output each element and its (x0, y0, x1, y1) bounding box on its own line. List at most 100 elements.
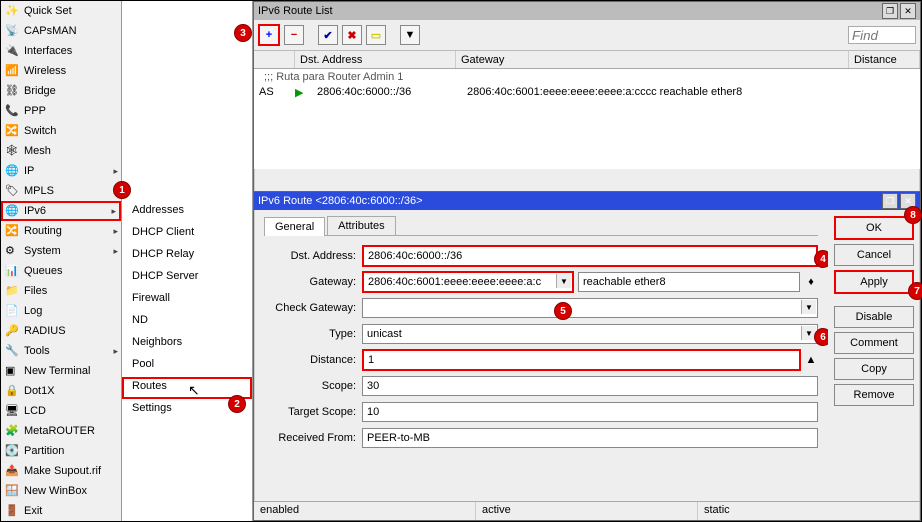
submenu-dhcp-relay[interactable]: DHCP Relay (122, 245, 252, 267)
step-badge-7: 7 (908, 282, 922, 300)
type-input[interactable]: unicast▼ (362, 324, 818, 344)
sidebar-item-log[interactable]: 📄Log (1, 301, 121, 321)
sidebar-item-radius[interactable]: 🔑RADIUS (1, 321, 121, 341)
enable-button[interactable]: ✔ (318, 25, 338, 45)
titlebar-route-edit[interactable]: IPv6 Route <2806:40c:6000::/36> ❐ ✕ 8 (254, 192, 920, 210)
tab-general[interactable]: General (264, 217, 325, 236)
copy-button[interactable]: Copy (834, 358, 914, 380)
scope-input[interactable]: 30 (362, 376, 818, 396)
find-input[interactable] (848, 26, 916, 44)
filter-button[interactable]: ▼ (400, 25, 420, 45)
sidebar-item-lcd[interactable]: 🖥LCD (1, 401, 121, 421)
status-bar: enabled active static (254, 501, 920, 520)
sidebar-item-system[interactable]: ⚙System▸ (1, 241, 121, 261)
updown-icon[interactable]: ♦ (804, 276, 818, 288)
sidebar-item-queues[interactable]: 📊Queues (1, 261, 121, 281)
sidebar-item-ipv6[interactable]: 🌐IPv6▸ (1, 201, 121, 221)
sidebar-item-dot1x[interactable]: 🔒Dot1X (1, 381, 121, 401)
window-title: IPv6 Route <2806:40c:6000::/36> (258, 195, 423, 207)
sidebar-item-wireless[interactable]: 📶Wireless (1, 61, 121, 81)
submenu-neighbors[interactable]: Neighbors (122, 333, 252, 355)
dropdown-icon[interactable]: ▼ (556, 274, 571, 288)
col-distance[interactable]: Distance (849, 51, 920, 68)
cancel-button[interactable]: Cancel (834, 244, 914, 266)
window-route-list: IPv6 Route List ❐ ✕ + − ✔ ✖ ▭ ▼ 3 Dst. A… (253, 1, 921, 193)
label-dst: Dst. Address: (264, 250, 356, 262)
label-target-scope: Target Scope: (264, 406, 356, 418)
close-icon[interactable]: ✕ (900, 3, 916, 19)
chevron-right-icon: ▸ (111, 206, 116, 217)
sidebar-item-files[interactable]: 📁Files (1, 281, 121, 301)
sidebar-item-ppp[interactable]: 📞PPP (1, 101, 121, 121)
sidebar-item-routing[interactable]: 🔀Routing▸ (1, 221, 121, 241)
label-received-from: Received From: (264, 432, 356, 444)
step-badge-6: 6 (814, 328, 828, 346)
submenu-dhcp-server[interactable]: DHCP Server (122, 267, 252, 289)
sidebar: ✨Quick Set 📡CAPsMAN 🔌Interfaces 📶Wireles… (1, 1, 122, 521)
sidebar-item-switch[interactable]: 🔀Switch (1, 121, 121, 141)
chevron-right-icon: ▸ (113, 226, 118, 237)
submenu-pool[interactable]: Pool (122, 355, 252, 377)
dst-address-input[interactable]: 2806:40c:6000::/36 (362, 245, 818, 267)
label-gateway: Gateway: (264, 276, 356, 288)
restore-icon[interactable]: ❐ (882, 193, 898, 209)
submenu-dhcp-client[interactable]: DHCP Client (122, 223, 252, 245)
remove-button[interactable]: − (284, 25, 304, 45)
disable-button[interactable]: Disable (834, 306, 914, 328)
comment-button[interactable]: Comment (834, 332, 914, 354)
sidebar-item-supout[interactable]: 📤Make Supout.rif (1, 461, 121, 481)
sidebar-item-tools[interactable]: 🔧Tools▸ (1, 341, 121, 361)
edit-form: General Attributes Dst. Address: 2806:40… (254, 210, 828, 520)
submenu-addresses[interactable]: Addresses (122, 201, 252, 223)
sidebar-item-ip[interactable]: 🌐IP▸ (1, 161, 121, 181)
status-static: static (698, 502, 920, 520)
titlebar-route-list[interactable]: IPv6 Route List ❐ ✕ (254, 2, 920, 20)
toolbar: + − ✔ ✖ ▭ ▼ 3 (254, 20, 920, 51)
chevron-right-icon: ▸ (113, 246, 118, 257)
chevron-right-icon: ▸ (113, 166, 118, 177)
submenu-firewall[interactable]: Firewall (122, 289, 252, 311)
check-gateway-input[interactable]: ▼ (362, 298, 818, 318)
ok-button[interactable]: OK (834, 216, 914, 240)
sidebar-item-partition[interactable]: 💽Partition (1, 441, 121, 461)
route-comment: ;;; Ruta para Router Admin 1 (254, 69, 920, 85)
step-badge-3: 3 (234, 24, 252, 42)
list-body: ;;; Ruta para Router Admin 1 AS ▶ 2806:4… (254, 69, 920, 169)
step-badge-8: 8 (904, 206, 922, 224)
sidebar-item-newterminal[interactable]: ▣New Terminal (1, 361, 121, 381)
distance-input[interactable]: 1 (362, 349, 801, 371)
apply-button[interactable]: Apply (834, 270, 914, 294)
restore-icon[interactable]: ❐ (882, 3, 898, 19)
comment-button[interactable]: ▭ (366, 25, 386, 45)
sidebar-item-interfaces[interactable]: 🔌Interfaces (1, 41, 121, 61)
ipv6-submenu: Addresses DHCP Client DHCP Relay DHCP Se… (122, 1, 253, 521)
gateway-input[interactable]: 2806:40c:6001:eeee:eeee:eeee:a:c▼ (362, 271, 574, 293)
col-dst[interactable]: Dst. Address (295, 51, 456, 68)
add-button[interactable]: + (258, 24, 280, 46)
sidebar-item-exit[interactable]: 🚪Exit (1, 501, 121, 521)
tab-attributes[interactable]: Attributes (327, 216, 395, 235)
button-column: OK Cancel Apply 7 Disable Comment Copy R… (828, 210, 920, 520)
submenu-nd[interactable]: ND (122, 311, 252, 333)
sidebar-item-newwinbox[interactable]: 🪟New WinBox (1, 481, 121, 501)
dropdown-icon[interactable]: ▼ (801, 300, 816, 314)
target-scope-input[interactable]: 10 (362, 402, 818, 422)
up-icon[interactable]: ▲ (804, 354, 818, 366)
sidebar-item-metarouter[interactable]: 🧩MetaROUTER (1, 421, 121, 441)
sidebar-item-mesh[interactable]: 🕸Mesh (1, 141, 121, 161)
step-badge-1: 1 (113, 181, 131, 199)
step-badge-4: 4 (814, 250, 828, 268)
step-badge-5: 5 (554, 302, 572, 320)
disable-button[interactable]: ✖ (342, 25, 362, 45)
main-area: IPv6 Route List ❐ ✕ + − ✔ ✖ ▭ ▼ 3 Dst. A… (253, 1, 921, 521)
remove-button[interactable]: Remove (834, 384, 914, 406)
sidebar-item-quickset[interactable]: ✨Quick Set (1, 1, 121, 21)
sidebar-item-mpls[interactable]: 🏷MPLS▸ 1 (1, 181, 121, 201)
sidebar-item-capsman[interactable]: 📡CAPsMAN (1, 21, 121, 41)
play-icon: ▶ (290, 86, 312, 99)
step-badge-2: 2 (228, 395, 246, 413)
col-gateway[interactable]: Gateway (456, 51, 849, 68)
window-title: IPv6 Route List (258, 5, 333, 17)
table-row[interactable]: AS ▶ 2806:40c:6000::/36 2806:40c:6001:ee… (254, 85, 920, 100)
sidebar-item-bridge[interactable]: ⛓Bridge (1, 81, 121, 101)
